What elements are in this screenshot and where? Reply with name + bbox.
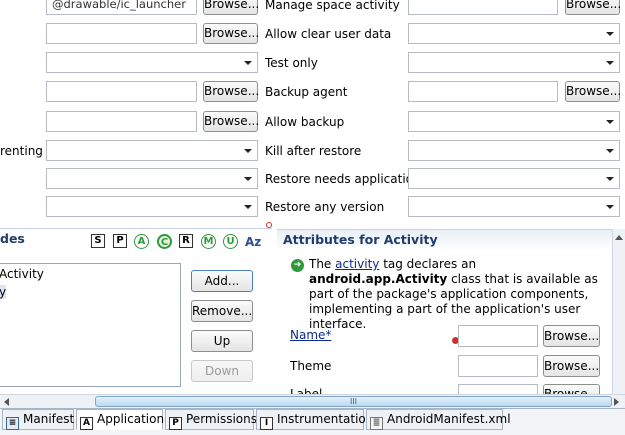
browse-button-row3[interactable]: Browse...: [203, 81, 259, 102]
application-icon: A: [80, 417, 93, 430]
desc-class-name: android.app.Activity: [309, 272, 448, 286]
filter-component-icon[interactable]: C: [157, 234, 172, 249]
restore-any-version-label: Restore any version: [265, 200, 385, 214]
backup-agent-field[interactable]: [408, 81, 558, 102]
restore-needs-application-label: Restore needs application: [265, 172, 421, 186]
up-button[interactable]: Up: [191, 330, 253, 352]
filter-activities-icon[interactable]: A: [134, 234, 149, 249]
tab-manifest[interactable]: ≡ Manifest: [2, 409, 74, 430]
permissions-icon: P: [169, 417, 182, 430]
browse-button-row4[interactable]: Browse...: [203, 111, 259, 132]
tab-manifest-label: Manifest: [23, 412, 75, 426]
manage-space-activity-field[interactable]: [408, 0, 558, 15]
combo-row7[interactable]: [46, 196, 258, 217]
tab-application[interactable]: A Application: [76, 409, 165, 430]
browse-button-row1[interactable]: Browse...: [203, 23, 259, 44]
restore-needs-application-combo[interactable]: [408, 168, 620, 189]
backup-agent-label: Backup agent: [265, 85, 348, 99]
restore-any-version-combo[interactable]: [408, 196, 620, 217]
nodes-tree[interactable]: Activity y: [0, 263, 181, 387]
xml-file-icon: ≣: [370, 417, 383, 430]
text-field-row4[interactable]: [46, 111, 197, 132]
tab-permissions-label: Permissions: [186, 412, 257, 426]
down-button[interactable]: Down: [191, 360, 253, 382]
kill-after-restore-combo[interactable]: [408, 140, 620, 161]
scroll-thumb[interactable]: III: [95, 396, 612, 407]
chevron-down-icon: [244, 205, 252, 209]
instrumentation-icon: I: [260, 417, 273, 430]
scroll-up-icon[interactable]: [615, 235, 623, 240]
attributes-title: Attributes for Activity: [283, 232, 438, 247]
text-field-row3[interactable]: [46, 81, 197, 102]
desc-pre: The: [309, 257, 336, 271]
tab-application-label: Application: [97, 412, 165, 426]
parenting-label-partial: renting: [0, 144, 43, 158]
combo-row6[interactable]: [46, 168, 258, 189]
tab-instrumentation-label: Instrumentation: [277, 412, 374, 426]
info-icon: ➜: [291, 259, 304, 272]
horizontal-scrollbar[interactable]: III: [0, 394, 625, 408]
filter-meta-data-icon[interactable]: M: [201, 234, 216, 249]
add-button[interactable]: Add...: [191, 270, 253, 292]
remove-button[interactable]: Remove...: [191, 300, 253, 322]
tree-item-child[interactable]: y: [0, 285, 7, 299]
manage-space-browse-button[interactable]: Browse...: [565, 0, 621, 15]
tab-permissions[interactable]: P Permissions: [165, 409, 257, 430]
chevron-down-icon: [606, 205, 614, 209]
chevron-down-icon: [244, 177, 252, 181]
combo-row5[interactable]: [46, 140, 258, 161]
backup-agent-browse-button[interactable]: Browse...: [565, 81, 621, 102]
tab-android-manifest-xml-label: AndroidManifest.xml: [387, 412, 511, 426]
chevron-down-icon: [606, 120, 614, 124]
chevron-down-icon: [244, 149, 252, 153]
allow-clear-user-data-combo[interactable]: [408, 23, 620, 44]
tab-instrumentation[interactable]: I Instrumentation: [256, 409, 373, 430]
manifest-icon: ≡: [6, 417, 19, 430]
filter-services-icon[interactable]: S: [91, 234, 105, 248]
attributes-description: The activity tag declares an android.app…: [309, 257, 607, 332]
kill-after-restore-label: Kill after restore: [265, 144, 362, 158]
attributes-vscrollbar[interactable]: [612, 229, 625, 394]
filter-providers-icon[interactable]: P: [113, 234, 127, 248]
filter-receivers-icon[interactable]: R: [179, 234, 193, 248]
label-row-clip: Label Browse...: [277, 384, 612, 394]
theme-field[interactable]: [458, 355, 538, 377]
theme-browse-button[interactable]: Browse...: [543, 355, 600, 377]
chevron-down-icon: [606, 32, 614, 36]
icon-browse-button[interactable]: Browse...: [203, 0, 259, 15]
text-field-row1[interactable]: [46, 23, 197, 44]
manage-space-activity-label: Manage space activity: [265, 0, 400, 12]
chevron-down-icon: [606, 177, 614, 181]
name-link[interactable]: Name*: [290, 327, 331, 343]
activity-link[interactable]: activity: [335, 257, 379, 271]
allow-backup-combo[interactable]: [408, 111, 620, 132]
scroll-right-icon[interactable]: [614, 398, 619, 406]
name-field[interactable]: [458, 325, 538, 347]
icon-field[interactable]: @drawable/ic_launcher: [46, 0, 197, 15]
tree-item-activity[interactable]: Activity: [0, 267, 44, 281]
chevron-down-icon: [606, 149, 614, 153]
desc-mid: tag declares an: [379, 257, 477, 271]
combo-row2[interactable]: [46, 52, 258, 73]
scroll-left-icon[interactable]: [4, 398, 9, 406]
chevron-down-icon: [606, 61, 614, 65]
label-field[interactable]: [458, 384, 538, 394]
allow-clear-user-data-label: Allow clear user data: [265, 27, 392, 41]
sort-alpha-icon[interactable]: Az: [245, 235, 261, 249]
test-only-combo[interactable]: [408, 52, 620, 73]
name-browse-button[interactable]: Browse...: [543, 325, 600, 347]
label-browse-button[interactable]: Browse...: [543, 384, 600, 394]
label-label: Label: [290, 387, 323, 394]
theme-label: Theme: [290, 359, 332, 373]
test-only-label: Test only: [265, 56, 318, 70]
nodes-separator: [0, 228, 272, 229]
filter-uses-library-icon[interactable]: U: [223, 234, 238, 249]
allow-backup-label: Allow backup: [265, 115, 345, 129]
nodes-title: des: [0, 231, 25, 246]
chevron-down-icon: [244, 61, 252, 65]
tab-android-manifest-xml[interactable]: ≣ AndroidManifest.xml: [366, 409, 511, 430]
